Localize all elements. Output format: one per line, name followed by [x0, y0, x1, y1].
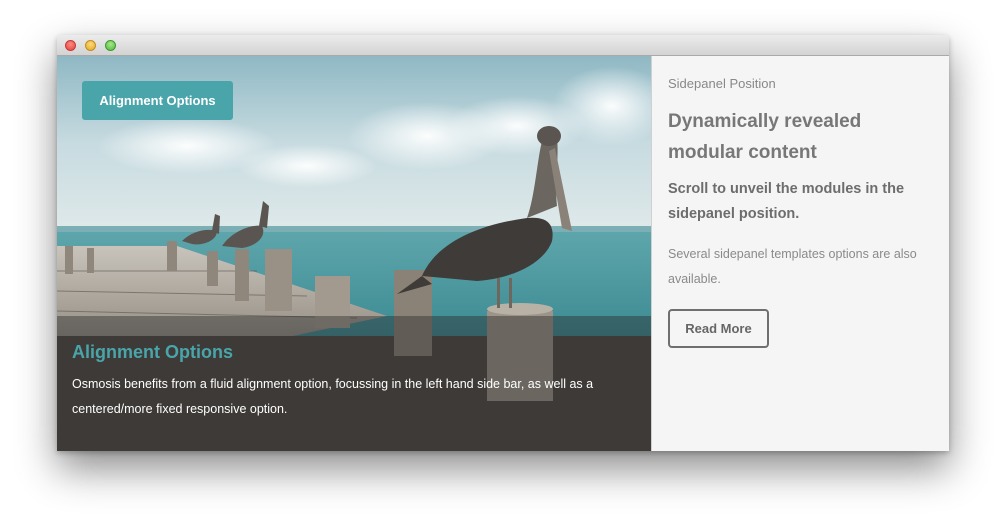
- sidepanel-subtitle: Scroll to unveil the modules in the side…: [668, 181, 905, 222]
- close-window-icon[interactable]: [65, 40, 76, 51]
- window-titlebar: [57, 35, 949, 56]
- sidepanel-body-text: Several sidepanel templates options are …: [668, 247, 917, 286]
- sidepanel-eyebrow: Sidepanel Position: [668, 76, 776, 91]
- hero-image-section: Alignment Options Alignment Options Osmo…: [57, 56, 651, 451]
- maximize-window-icon[interactable]: [105, 40, 116, 51]
- browser-window: Alignment Options Alignment Options Osmo…: [57, 35, 949, 451]
- sidepanel-title: Dynamically revealed modular content: [668, 111, 862, 163]
- caption-title: Alignment Options: [72, 342, 233, 362]
- alignment-options-button[interactable]: Alignment Options: [82, 81, 233, 120]
- hero-caption-overlay: Alignment Options Osmosis benefits from …: [57, 316, 651, 451]
- caption-text: Osmosis benefits from a fluid alignment …: [72, 377, 594, 416]
- sidepanel: Sidepanel Position Dynamically revealed …: [651, 56, 949, 451]
- minimize-window-icon[interactable]: [85, 40, 96, 51]
- read-more-button[interactable]: Read More: [668, 309, 769, 348]
